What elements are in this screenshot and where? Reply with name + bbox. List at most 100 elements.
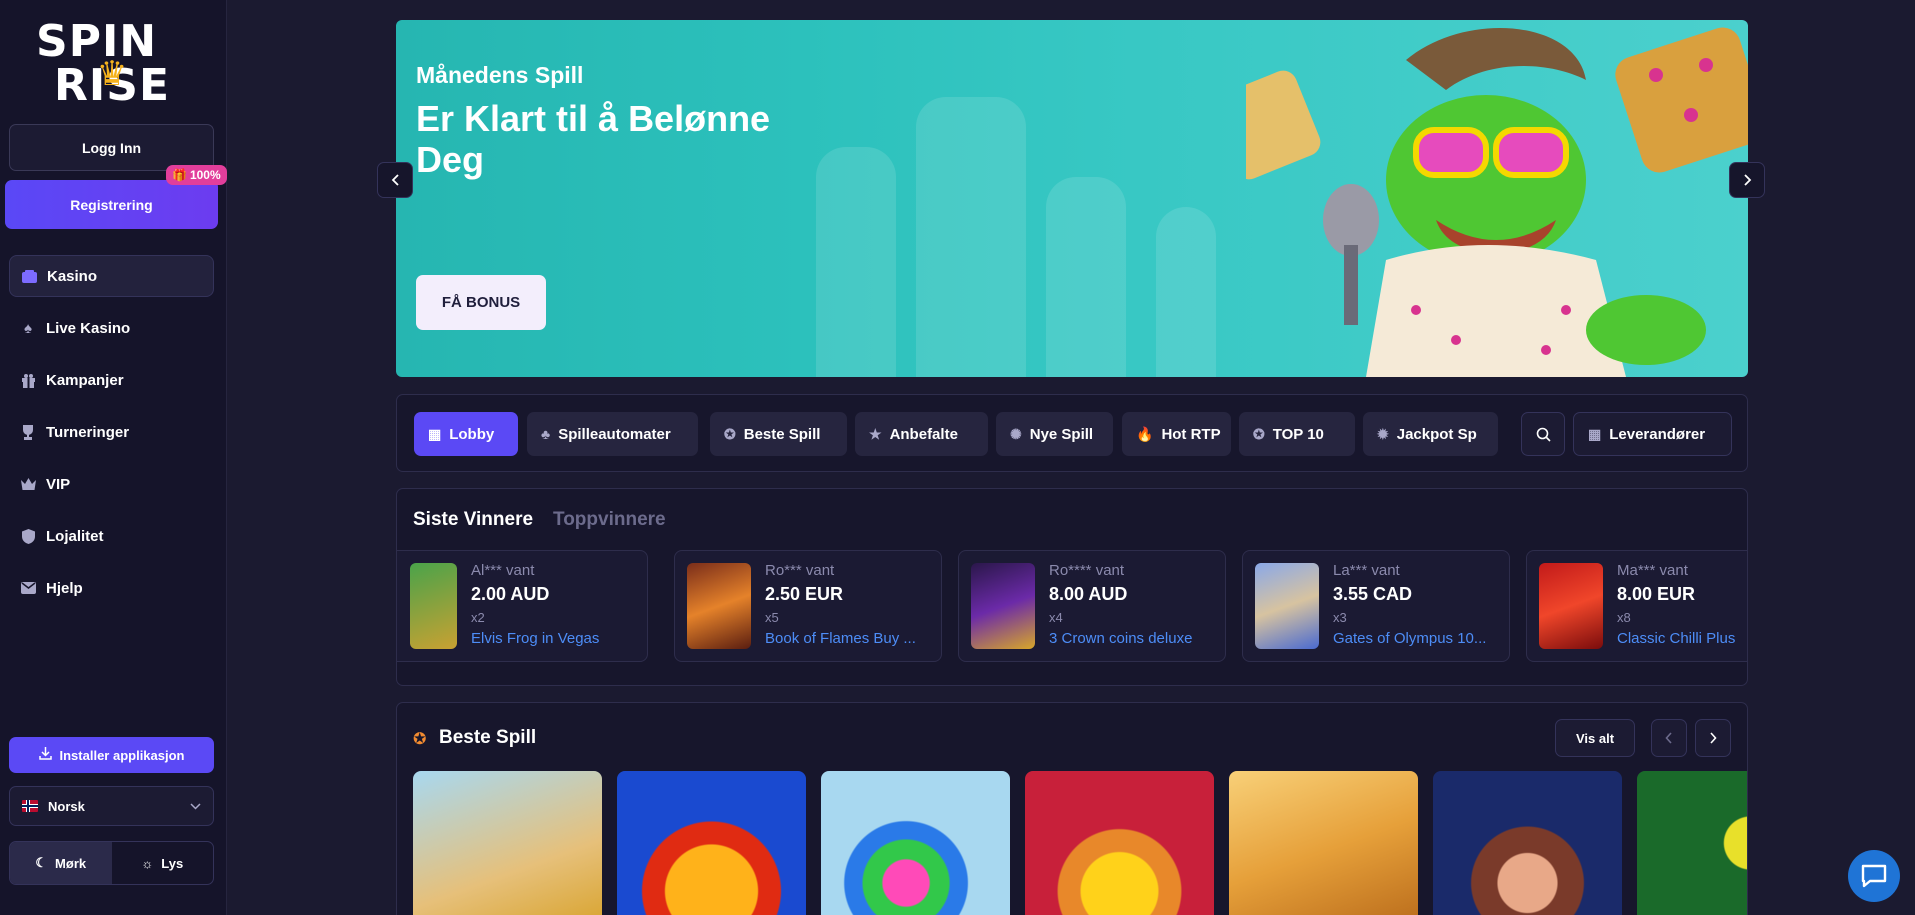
game-tile[interactable] [1025,771,1214,915]
tab-label: Beste Spill [743,425,821,443]
sidebar-item-turneringer[interactable]: Turneringer [9,411,214,453]
hero-bg-tower [916,97,1026,377]
providers-label: Leverandører [1609,425,1706,443]
view-all-button[interactable]: Vis alt [1555,719,1635,757]
gift-icon [20,372,36,388]
sidebar-item-kampanjer[interactable]: Kampanjer [9,359,214,401]
game-tile[interactable] [617,771,806,915]
tab-recent-winners[interactable]: Siste Vinnere [413,509,533,531]
sidebar-item-kasino[interactable]: Kasino [9,255,214,297]
tab-label: Jackpot Sp [1396,425,1477,443]
game-tile[interactable] [1229,771,1418,915]
spade-icon: ♠ [24,319,32,337]
tab-hot-rtp[interactable]: 🔥 Hot RTP [1122,412,1231,456]
hero-next-button[interactable] [1729,162,1765,198]
theme-light-button[interactable]: ☼ Lys [112,842,214,884]
search-icon [1536,427,1551,442]
providers-button[interactable]: ▦ Leverandører [1573,412,1732,456]
winner-multiplier: x3 [1333,610,1347,625]
jackpot-icon: ✹ [1377,425,1389,442]
winner-user: Ma*** vant [1617,562,1688,579]
casino-icon [21,268,37,284]
tab-jackpot[interactable]: ✹ Jackpot Sp [1363,412,1498,456]
theme-dark-button[interactable]: ☾ Mørk [10,842,112,884]
winner-user: Ro**** vant [1049,562,1125,579]
winner-card[interactable]: Ro*** vant 2.50 EUR x5 Book of Flames Bu… [674,550,942,662]
winner-amount: 8.00 AUD [1049,584,1128,604]
tab-label: TOP 10 [1272,425,1324,443]
tab-nye-spill[interactable]: ✺ Nye Spill [996,412,1113,456]
hero-bg-tower [816,147,896,377]
sidebar-item-lojalitet[interactable]: Lojalitet [9,515,214,557]
star-icon: ★ [869,425,882,442]
sidebar-item-vip[interactable]: VIP [9,463,214,505]
sidebar-nav: Kasino ♠ Live Kasino Kampanjer Turnering… [9,255,214,619]
game-tile[interactable] [413,771,602,915]
winner-user: Ro*** vant [765,562,835,579]
game-thumbnail [971,563,1035,649]
medal-icon: ✪ [724,425,736,442]
main-content: Månedens Spill Er Klart til å Belønne De… [227,0,1915,915]
grid-icon: ▦ [428,425,442,442]
chevron-left-icon [391,174,399,186]
game-tile[interactable] [821,771,1010,915]
game-tile[interactable] [1433,771,1622,915]
hero-bg-tower [1046,177,1126,377]
gift-icon: 🎁 [172,168,187,182]
winner-game-link[interactable]: Gates of Olympus 10... [1333,630,1503,647]
tab-top-10[interactable]: ✪ TOP 10 [1239,412,1355,456]
game-thumbnail [687,563,751,649]
register-bonus-badge: 🎁 100% [166,165,227,185]
tab-top-winners[interactable]: Toppvinnere [553,509,666,531]
tab-anbefalte[interactable]: ★ Anbefalte [855,412,988,456]
winner-game-link[interactable]: Classic Chilli Plus [1617,630,1747,647]
search-button[interactable] [1521,412,1565,456]
winner-card[interactable]: Ma*** vant 8.00 EUR x8 Classic Chilli Pl… [1526,550,1747,662]
chevron-right-icon [1743,174,1751,186]
sidebar-item-label: Kasino [47,267,98,285]
chat-bubble-icon [1861,864,1887,888]
winner-game-link[interactable]: Book of Flames Buy ... [765,630,935,647]
winners-panel: Siste Vinnere Toppvinnere Al*** vant 2.0… [396,488,1748,686]
crown-icon [20,476,36,492]
install-app-label: Installer applikasjon [59,747,185,763]
winner-amount: 2.50 EUR [765,584,844,604]
tab-label: Anbefalte [889,425,958,443]
shield-icon [20,528,36,544]
tab-lobby[interactable]: ▦ Lobby [414,412,518,456]
winner-game-link[interactable]: Elvis Frog in Vegas [471,630,641,647]
carousel-next-button[interactable] [1695,719,1731,757]
sidebar-item-label: VIP [46,475,71,493]
game-tile[interactable] [1637,771,1747,915]
game-thumbnail [1539,563,1603,649]
sidebar: SPIN RISE ♛ Logg Inn Registrering 🎁 100%… [0,0,227,915]
carousel-prev-button[interactable] [1651,719,1687,757]
sidebar-item-hjelp[interactable]: Hjelp [9,567,214,609]
sidebar-item-live-kasino[interactable]: ♠ Live Kasino [9,307,214,349]
tab-spilleautomater[interactable]: ♣ Spilleautomater [527,412,698,456]
winner-amount: 8.00 EUR [1617,584,1696,604]
winner-multiplier: x2 [471,610,485,625]
live-chat-button[interactable] [1848,850,1900,902]
winner-card[interactable]: Al*** vant 2.00 AUD x2 Elvis Frog in Veg… [397,550,648,662]
winner-game-link[interactable]: 3 Crown coins deluxe [1049,630,1219,647]
grid-icon: ▦ [1588,425,1602,442]
language-select[interactable]: Norsk [9,786,214,826]
install-app-button[interactable]: Installer applikasjon [9,737,214,773]
norway-flag-icon [22,800,38,812]
hero-prev-button[interactable] [377,162,413,198]
trophy-icon [20,424,36,440]
brand-logo[interactable]: SPIN RISE ♛ [36,20,188,112]
tab-label: Spilleautomater [558,425,671,443]
register-bonus-text: 100% [189,168,221,182]
login-button[interactable]: Logg Inn [9,124,214,171]
get-bonus-button[interactable]: FÅ BONUS [416,275,546,330]
category-bar: ▦ Lobby ♣ Spilleautomater ✪ Beste Spill … [396,394,1748,472]
hero-banner[interactable]: Månedens Spill Er Klart til å Belønne De… [396,20,1748,377]
winner-card[interactable]: Ro**** vant 8.00 AUD x4 3 Crown coins de… [958,550,1226,662]
sidebar-item-label: Lojalitet [46,527,104,545]
hero-subtitle: Månedens Spill [416,62,584,88]
tab-beste-spill[interactable]: ✪ Beste Spill [710,412,847,456]
winner-card[interactable]: La*** vant 3.55 CAD x3 Gates of Olympus … [1242,550,1510,662]
register-button[interactable]: Registrering [5,180,218,229]
